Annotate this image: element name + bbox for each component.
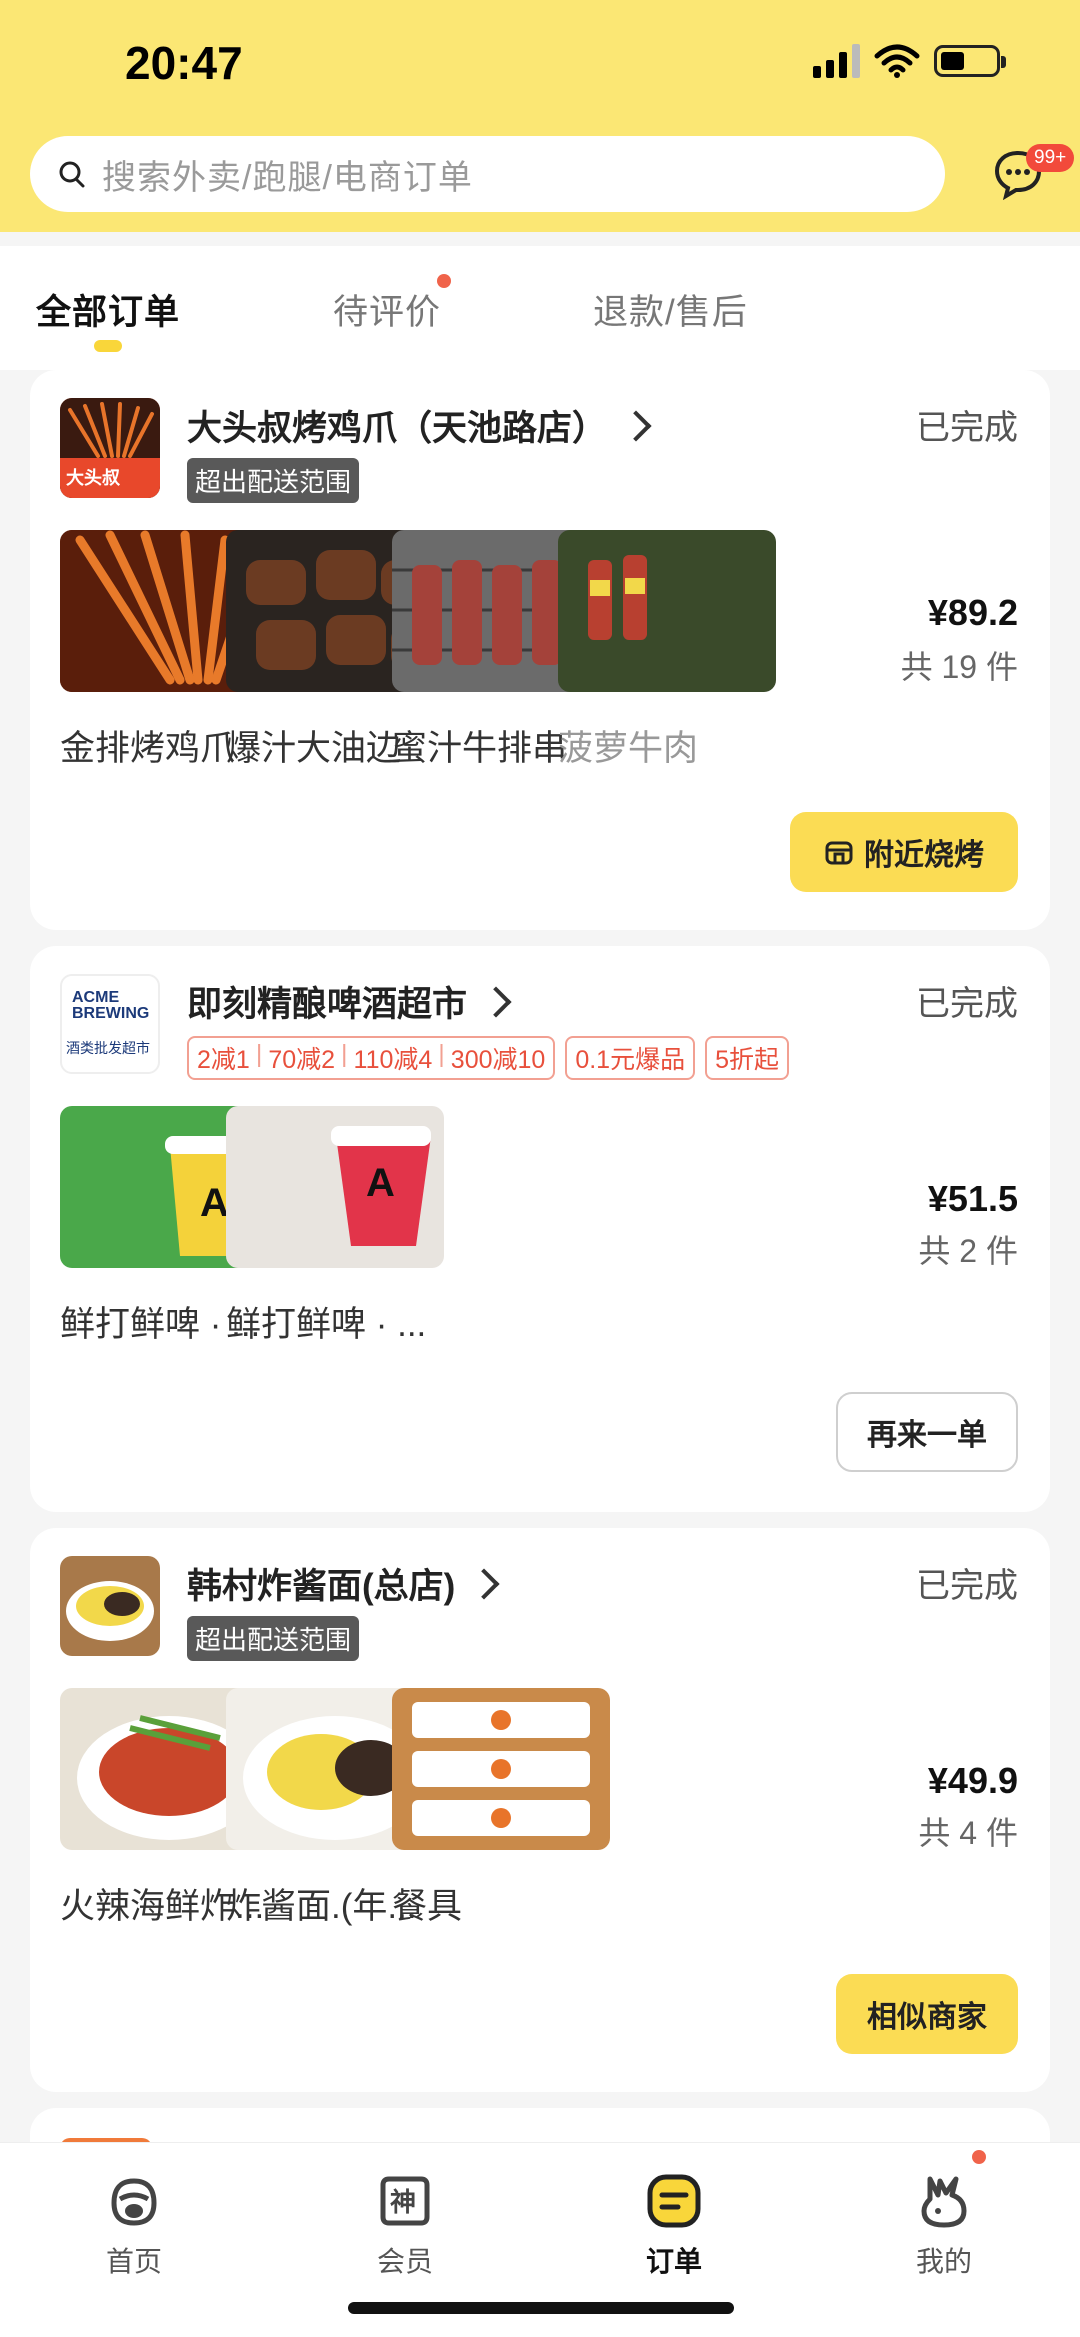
- promo-tags: 2减1 | 70减2 | 110减4 | 300减10 0.1元爆品 5折起: [187, 1036, 789, 1080]
- battery-icon: [934, 45, 1006, 77]
- message-badge: 99+: [1026, 144, 1075, 172]
- order-status: 已完成: [916, 985, 1018, 1023]
- promo-tag: 70减2: [268, 1046, 336, 1074]
- item-image: A: [226, 1106, 444, 1268]
- wifi-icon: [874, 44, 920, 78]
- status-icons: [813, 44, 1006, 78]
- store-logo: [60, 1556, 160, 1656]
- header: 20:47 搜索外卖/跑腿/电商订单 99+: [0, 0, 1080, 232]
- store-logo: 大头叔: [60, 398, 160, 498]
- home-face-icon: [111, 2178, 157, 2226]
- delivery-range-badge: 超出配送范围: [187, 458, 360, 503]
- member-shen-icon: 神: [380, 2176, 430, 2226]
- tabbar-home[interactable]: 首页: [74, 2173, 194, 2280]
- item-name: 餐具: [392, 1887, 463, 1926]
- item-name: 菠萝牛肉串: [558, 729, 698, 768]
- chevron-right-icon: [468, 1567, 500, 1600]
- svg-text:神: 神: [390, 2188, 416, 2218]
- order-tabs: 全部订单 待评价 退款/售后: [0, 246, 1080, 370]
- tab-to-review[interactable]: 待评价: [333, 284, 441, 335]
- promo-tag: 5折起: [705, 1036, 789, 1080]
- item-name: 鲜打鲜啤 · ...: [226, 1305, 427, 1344]
- order-card[interactable]: ACME BREWING 酒类批发超市 即刻精酿啤酒超市 已完成 2减1 | 7…: [30, 946, 1050, 1512]
- chevron-right-icon: [480, 985, 512, 1018]
- store-logo-subtext: 酒类批发超市: [66, 1040, 150, 1056]
- rabbit-profile-icon: [921, 2176, 967, 2228]
- order-card[interactable]: 大头叔 大头叔烤鸡爪（天池路店） 已完成 超出配送范围 金排烤鸡爪 爆汁大油边 …: [30, 370, 1050, 930]
- store-name-label: 韩村炸酱面(总店): [187, 1567, 456, 1606]
- svg-text:A: A: [200, 1181, 229, 1225]
- promo-tag: 2减1: [197, 1046, 250, 1074]
- order-price: ¥51.5: [927, 1178, 1018, 1219]
- nearby-bbq-label: 附近烧烤: [864, 839, 984, 872]
- order-count: 共 19 件: [900, 649, 1018, 685]
- reorder-button[interactable]: 再来一单: [836, 1392, 1018, 1472]
- store-icon: [825, 841, 853, 865]
- store-logo-text: 大头叔: [66, 468, 120, 488]
- promo-tag: 300减10: [450, 1046, 546, 1074]
- order-card[interactable]: 韩村炸酱面(总店) 已完成 超出配送范围 火辣海鲜炸... 炸酱面.(年... …: [30, 1528, 1050, 2092]
- tabbar-label: 我的: [915, 2246, 972, 2277]
- search-input[interactable]: 搜索外卖/跑腿/电商订单: [30, 136, 945, 212]
- order-count: 共 2 件: [918, 1233, 1018, 1269]
- tabbar-profile[interactable]: 我的: [884, 2173, 1004, 2280]
- store-name-label: 即刻精酿啤酒超市: [187, 985, 468, 1024]
- tab-refund[interactable]: 退款/售后: [593, 284, 748, 335]
- tab-active-indicator: [94, 340, 122, 352]
- store-name[interactable]: 韩村炸酱面(总店): [187, 1558, 500, 1609]
- similar-stores-label: 相似商家: [867, 2001, 987, 2034]
- tabbar-member[interactable]: 神 会员: [345, 2173, 465, 2280]
- nearby-bbq-button[interactable]: 附近烧烤: [790, 812, 1018, 892]
- order-price: ¥89.2: [927, 592, 1018, 633]
- store-name[interactable]: 即刻精酿啤酒超市: [187, 976, 512, 1027]
- order-list-icon: [647, 2174, 701, 2228]
- items-fade-overlay: [874, 520, 1020, 750]
- promo-tag-group: 2减1 | 70减2 | 110减4 | 300减10: [187, 1036, 556, 1080]
- order-status: 已完成: [916, 1567, 1018, 1605]
- item-image: [558, 530, 776, 692]
- order-status: 已完成: [916, 409, 1018, 447]
- tabbar-label: 会员: [376, 2246, 433, 2277]
- chevron-right-icon: [620, 409, 652, 442]
- store-logo-text: ACME BREWING: [72, 989, 150, 1022]
- tab-all-orders[interactable]: 全部订单: [36, 284, 180, 335]
- store-name-label: 大头叔烤鸡爪（天池路店）: [187, 409, 608, 448]
- store-logo: ACME BREWING 酒类批发超市: [60, 974, 160, 1074]
- order-count: 共 4 件: [918, 1815, 1018, 1851]
- reorder-label: 再来一单: [867, 1419, 987, 1452]
- profile-notification-dot: [972, 2150, 986, 2164]
- tabbar-label: 订单: [645, 2246, 702, 2277]
- tab-notification-dot: [437, 274, 451, 288]
- promo-tag: 110减4: [353, 1046, 433, 1074]
- tabbar-label: 首页: [105, 2246, 162, 2277]
- store-name[interactable]: 大头叔烤鸡爪（天池路店）: [187, 400, 652, 451]
- status-time: 20:47: [125, 37, 243, 89]
- similar-stores-button[interactable]: 相似商家: [836, 1974, 1018, 2054]
- item-image: [392, 1688, 610, 1850]
- search-placeholder: 搜索外卖/跑腿/电商订单: [102, 158, 473, 197]
- svg-text:A: A: [366, 1161, 395, 1205]
- order-price: ¥49.9: [927, 1760, 1018, 1801]
- search-icon: [59, 161, 85, 188]
- home-indicator: [348, 2302, 734, 2314]
- promo-tag: 0.1元爆品: [565, 1036, 696, 1080]
- signal-icon: [813, 44, 860, 78]
- tabbar-orders[interactable]: 订单: [614, 2173, 734, 2280]
- delivery-range-badge: 超出配送范围: [187, 1616, 360, 1661]
